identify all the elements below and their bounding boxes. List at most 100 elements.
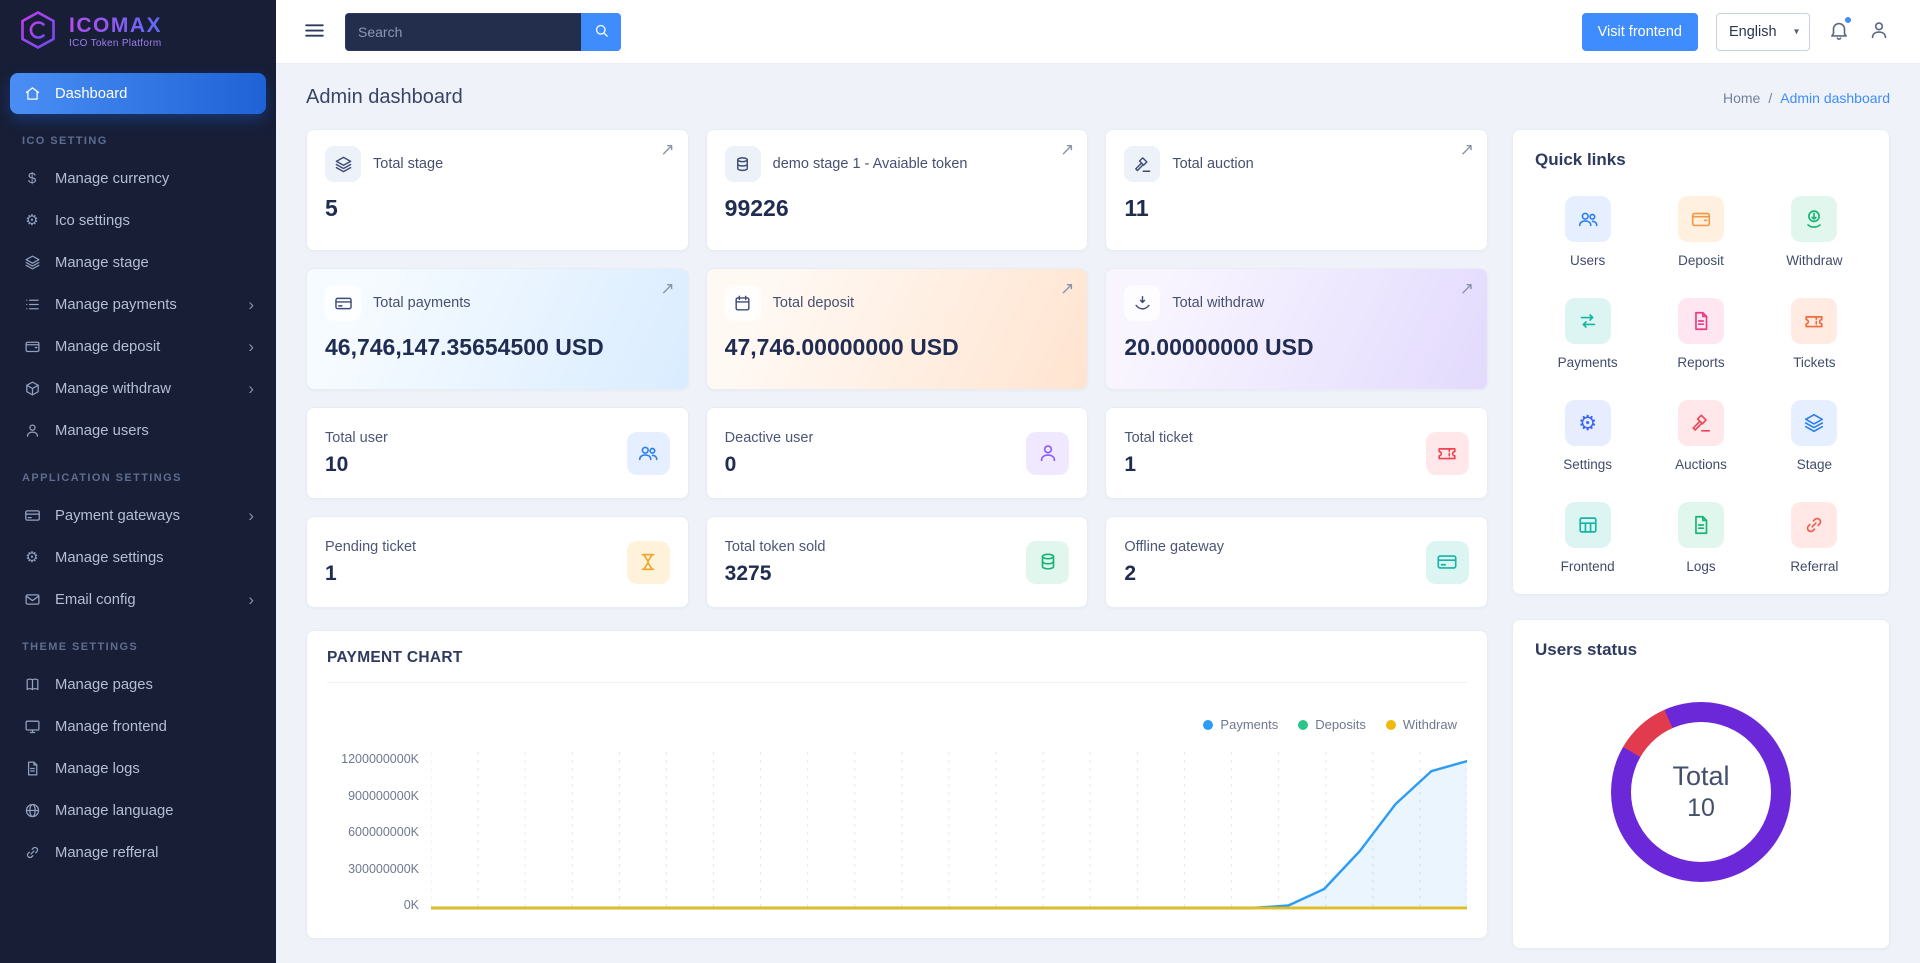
stat-card-label: Total payments [373,295,471,311]
profile-button[interactable] [1868,19,1890,44]
chevron-right-icon: › [248,379,254,398]
quick-link-label: Deposit [1678,253,1724,268]
user-icon [1868,19,1890,44]
exchange-icon [1564,298,1611,344]
sidebar-item-dashboard[interactable]: Dashboard [10,73,266,114]
card-link-arrow-icon[interactable]: ↗ [1060,279,1074,299]
stat-card-value: 10 [325,452,349,476]
search-button[interactable] [581,12,621,51]
language-select[interactable]: English [1716,12,1810,51]
sidebar-item-manage-pages[interactable]: Manage pages [10,664,266,705]
main-column: Visit frontend English ▾ Admin dashboard [276,0,1920,963]
file-icon [1677,298,1724,344]
globe-icon [22,802,42,819]
card-link-arrow-icon[interactable]: ↗ [1460,279,1474,299]
brand[interactable]: ICOMAX ICO Token Platform [0,0,276,64]
search-input[interactable] [345,12,581,51]
notification-badge [1843,15,1853,25]
quick-link-withdraw[interactable]: Withdraw [1786,196,1842,268]
sidebar: ICOMAX ICO Token Platform Dashboard ICO S… [0,0,276,963]
quick-link-payments[interactable]: Payments [1558,298,1618,370]
gear-icon: ⚙ [25,549,39,566]
sidebar-item-manage-payments[interactable]: Manage payments › [10,284,266,325]
layers-icon [22,254,42,271]
card-link-arrow-icon[interactable]: ↗ [660,140,674,160]
ticket-icon [1791,298,1838,344]
sidebar-item-label: Manage users [55,422,149,439]
quick-link-settings[interactable]: ⚙ Settings [1563,400,1612,472]
quick-link-logs[interactable]: Logs [1677,502,1724,574]
breadcrumb-separator: / [1768,89,1773,106]
stat-card-label: Offline gateway [1124,538,1225,555]
nav-section-header: ICO SETTING [22,135,108,147]
sidebar-item-manage-refferal[interactable]: Manage refferal [10,832,266,873]
y-axis-tick-label: 900000000K [348,788,419,803]
coins-icon [1026,540,1070,584]
quick-link-label: Logs [1686,559,1716,574]
quick-link-stage[interactable]: Stage [1791,400,1838,472]
notifications-button[interactable] [1828,15,1853,44]
chart-legend: Payments Deposits Withdraw [327,717,1457,732]
sidebar-item-label: Manage language [55,802,174,819]
legend-item-deposits[interactable]: Deposits [1298,717,1366,732]
ticket-icon [1425,431,1469,475]
sidebar-item-manage-currency[interactable]: $ Manage currency [10,158,266,199]
stats-grid: Total stage ↗ 5 demo stage 1 - Avaiable tok… [306,129,1488,608]
sidebar-item-label: Payment gateways [55,507,181,524]
payments-legend-dot [1203,719,1214,730]
sidebar-item-manage-users[interactable]: Manage users [10,410,266,451]
sidebar-item-ico-settings[interactable]: ⚙ Ico settings [10,200,266,241]
quick-link-tickets[interactable]: Tickets [1791,298,1838,370]
y-axis-tick-label: 600000000K [348,825,419,839]
stat-card-label: Total stage [373,156,444,172]
gear-icon: ⚙ [25,212,39,229]
sidebar-item-payment-gateways[interactable]: Payment gateways › [10,495,266,536]
donut-total-label: Total [1672,761,1730,791]
stat-card-label: Total deposit [772,295,855,311]
quick-link-auctions[interactable]: Auctions [1675,400,1727,472]
payment-chart-title: PAYMENT CHART [327,649,1467,683]
dollar-icon: $ [27,170,37,187]
sidebar-item-manage-withdraw[interactable]: Manage withdraw › [10,368,266,409]
breadcrumb: Home / Admin dashboard [1723,90,1890,106]
donut-center: Total 10 [1672,761,1729,823]
layers-icon [1791,400,1838,446]
sidebar-item-manage-stage[interactable]: Manage stage [10,242,266,283]
sidebar-item-manage-deposit[interactable]: Manage deposit › [10,326,266,367]
menu-toggle-button[interactable] [302,18,327,46]
topbar: Visit frontend English ▾ [276,0,1920,64]
hourglass-icon [626,540,670,584]
sidebar-item-manage-settings[interactable]: ⚙ Manage settings [10,537,266,578]
withdraw-icon [1124,285,1161,321]
stat-card-demo-stage-1-avaiable-token: demo stage 1 - Avaiable token ↗ 99226 [705,129,1089,251]
content-grid: Total stage ↗ 5 demo stage 1 - Avaiable tok… [306,129,1890,949]
quick-link-reports[interactable]: Reports [1677,298,1725,370]
card-icon [22,507,42,524]
sidebar-item-email-config[interactable]: Email config › [10,579,266,620]
stat-card-label: Total user [325,429,388,446]
quick-link-label: Reports [1677,355,1725,370]
payment-chart-card: PAYMENT CHART Payments Deposits Withdraw 1… [306,630,1488,939]
sidebar-item-manage-frontend[interactable]: Manage frontend [10,706,266,747]
stat-card-value: 5 [325,195,338,221]
monitor-icon [22,718,42,735]
visit-frontend-button[interactable]: Visit frontend [1581,12,1698,51]
sidebar-item-manage-language[interactable]: Manage language [10,790,266,831]
gear-icon: ⚙ [1564,400,1611,446]
legend-item-withdraw[interactable]: Withdraw [1385,717,1457,732]
quick-link-referral[interactable]: Referral [1790,502,1838,574]
y-axis-tick-label: 300000000K [348,861,419,876]
legend-item-payments[interactable]: Payments [1203,717,1278,732]
sidebar-item-label: Manage payments [55,296,177,313]
language-select-wrap: English ▾ [1716,12,1810,51]
card-link-arrow-icon[interactable]: ↗ [1460,140,1474,160]
quick-link-deposit[interactable]: Deposit [1677,196,1724,268]
breadcrumb-home[interactable]: Home [1723,90,1760,106]
sidebar-item-label: Manage settings [55,549,164,566]
card-link-arrow-icon[interactable]: ↗ [660,279,674,299]
card-link-arrow-icon[interactable]: ↗ [1060,140,1074,160]
sidebar-item-manage-logs[interactable]: Manage logs [10,748,266,789]
nav-section-header: APPLICATION SETTINGS [22,472,182,484]
quick-link-frontend[interactable]: Frontend [1561,502,1615,574]
quick-link-users[interactable]: Users [1564,196,1611,268]
